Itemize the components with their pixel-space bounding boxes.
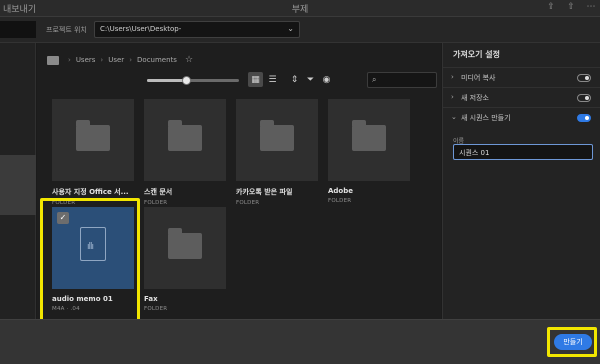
window-title: 부제 [291, 5, 309, 15]
tile-type: FOLDER [328, 198, 352, 204]
copy-media-toggle[interactable] [577, 74, 591, 82]
folder-icon [260, 120, 294, 151]
tile-name: 카카오톡 받은 파일 [236, 188, 293, 196]
folder-tile[interactable]: 카카오톡 받은 파일 FOLDER [236, 99, 318, 206]
breadcrumb-users[interactable]: Users [76, 56, 96, 64]
bottom-bar [0, 319, 600, 364]
folder-thumbnail [236, 99, 318, 181]
search-input[interactable]: ⌕ [367, 72, 437, 88]
media-browser: › Users › User › Documents ☆ ▦ ☰ ⇕ ⏷ ◉ ⌕… [37, 43, 441, 322]
folder-thumbnail [328, 99, 410, 181]
tile-name: 사용자 지정 Office 서... [52, 188, 129, 196]
export-icon[interactable]: ⇧ [566, 2, 576, 12]
filter-icon[interactable]: ⏷ [303, 72, 318, 87]
tile-type: FOLDER [144, 200, 168, 206]
tile-type: FOLDER [144, 306, 168, 312]
sequence-name-input[interactable]: 시퀀스 01 [453, 144, 593, 160]
import-settings-panel: 가져오기 설정 › 미디어 복사 › 새 저장소 ⌄ 새 시퀀스 만들기 이름 … [442, 43, 600, 319]
chevron-right-icon: › [451, 73, 454, 81]
toggle-knob [585, 96, 589, 100]
folder-thumbnail [144, 207, 226, 289]
setting-row-copy-media[interactable]: › 미디어 복사 [443, 67, 600, 87]
project-location-value: C:\Users\User\Desktop- [100, 25, 182, 33]
create-button-highlight-frame [547, 327, 597, 357]
tile-name: Fax [144, 295, 158, 303]
chevron-down-icon: ⌄ [287, 24, 294, 33]
folder-tile[interactable]: Fax FOLDER [144, 207, 226, 312]
search-icon: ⌕ [372, 75, 377, 84]
toggle-knob [585, 116, 589, 120]
folder-thumbnail [52, 99, 134, 181]
eye-icon[interactable]: ◉ [319, 72, 334, 87]
new-sequence-toggle[interactable] [577, 114, 591, 122]
star-icon[interactable]: ☆ [185, 55, 193, 65]
breadcrumb-user[interactable]: User [108, 56, 124, 64]
breadcrumb-separator: › [129, 56, 133, 64]
setting-row-new-sequence[interactable]: ⌄ 새 시퀀스 만들기 [443, 107, 600, 127]
selection-highlight-frame [40, 198, 140, 322]
breadcrumb-separator: › [100, 56, 104, 64]
zoom-slider-fill [147, 79, 186, 82]
tile-type: FOLDER [236, 200, 260, 206]
breadcrumb-documents[interactable]: Documents [137, 56, 177, 64]
zoom-slider-handle[interactable] [181, 76, 191, 85]
setting-label: 미디어 복사 [461, 74, 496, 82]
share-icon[interactable]: ⇪ [546, 2, 556, 12]
location-bar: 프로젝트 위치 C:\Users\User\Desktop- ⌄ [0, 17, 600, 43]
tile-name: Adobe [328, 187, 353, 195]
more-icon[interactable]: ⋯ [586, 2, 596, 12]
grid-view-icon[interactable]: ▦ [248, 72, 263, 87]
folder-thumbnail [144, 99, 226, 181]
chevron-right-icon: › [451, 93, 454, 101]
folder-tile[interactable]: 사용자 지정 Office 서... FOLDER [52, 99, 134, 206]
new-bin-toggle[interactable] [577, 94, 591, 102]
folder-tile[interactable]: 스캔 문서 FOLDER [144, 99, 226, 206]
panel-title: 가져오기 설정 [453, 50, 500, 59]
project-location-label: 프로젝트 위치 [46, 26, 87, 34]
chevron-down-icon: ⌄ [451, 113, 457, 121]
list-view-icon[interactable]: ☰ [265, 72, 280, 87]
window-actions: ⇪ ⇧ ⋯ [546, 2, 596, 12]
project-location-dropdown[interactable]: C:\Users\User\Desktop- ⌄ [94, 21, 300, 38]
setting-row-new-bin[interactable]: › 새 저장소 [443, 87, 600, 107]
setting-label: 새 저장소 [461, 94, 489, 102]
sort-icon[interactable]: ⇕ [287, 72, 302, 87]
setting-label: 새 시퀀스 만들기 [461, 114, 511, 122]
left-panel-selected-item[interactable] [0, 155, 36, 215]
browser-toolbar: ▦ ☰ ⇕ ⏷ ◉ ⌕ [147, 71, 441, 89]
breadcrumb: › Users › User › Documents ☆ [47, 55, 193, 65]
folder-icon [168, 120, 202, 151]
folder-tile[interactable]: Adobe FOLDER [328, 99, 410, 204]
toggle-knob [585, 76, 589, 80]
location-left-box [0, 21, 36, 38]
folder-icon [168, 228, 202, 259]
folder-icon [352, 120, 386, 151]
breadcrumb-separator: › [68, 56, 71, 64]
zoom-slider[interactable] [147, 76, 239, 85]
folder-icon[interactable] [47, 55, 59, 65]
folder-icon [76, 120, 110, 151]
left-panel [0, 43, 36, 319]
title-bar: 내보내기 부제 ⇪ ⇧ ⋯ [0, 0, 600, 17]
tile-name: 스캔 문서 [144, 188, 173, 196]
